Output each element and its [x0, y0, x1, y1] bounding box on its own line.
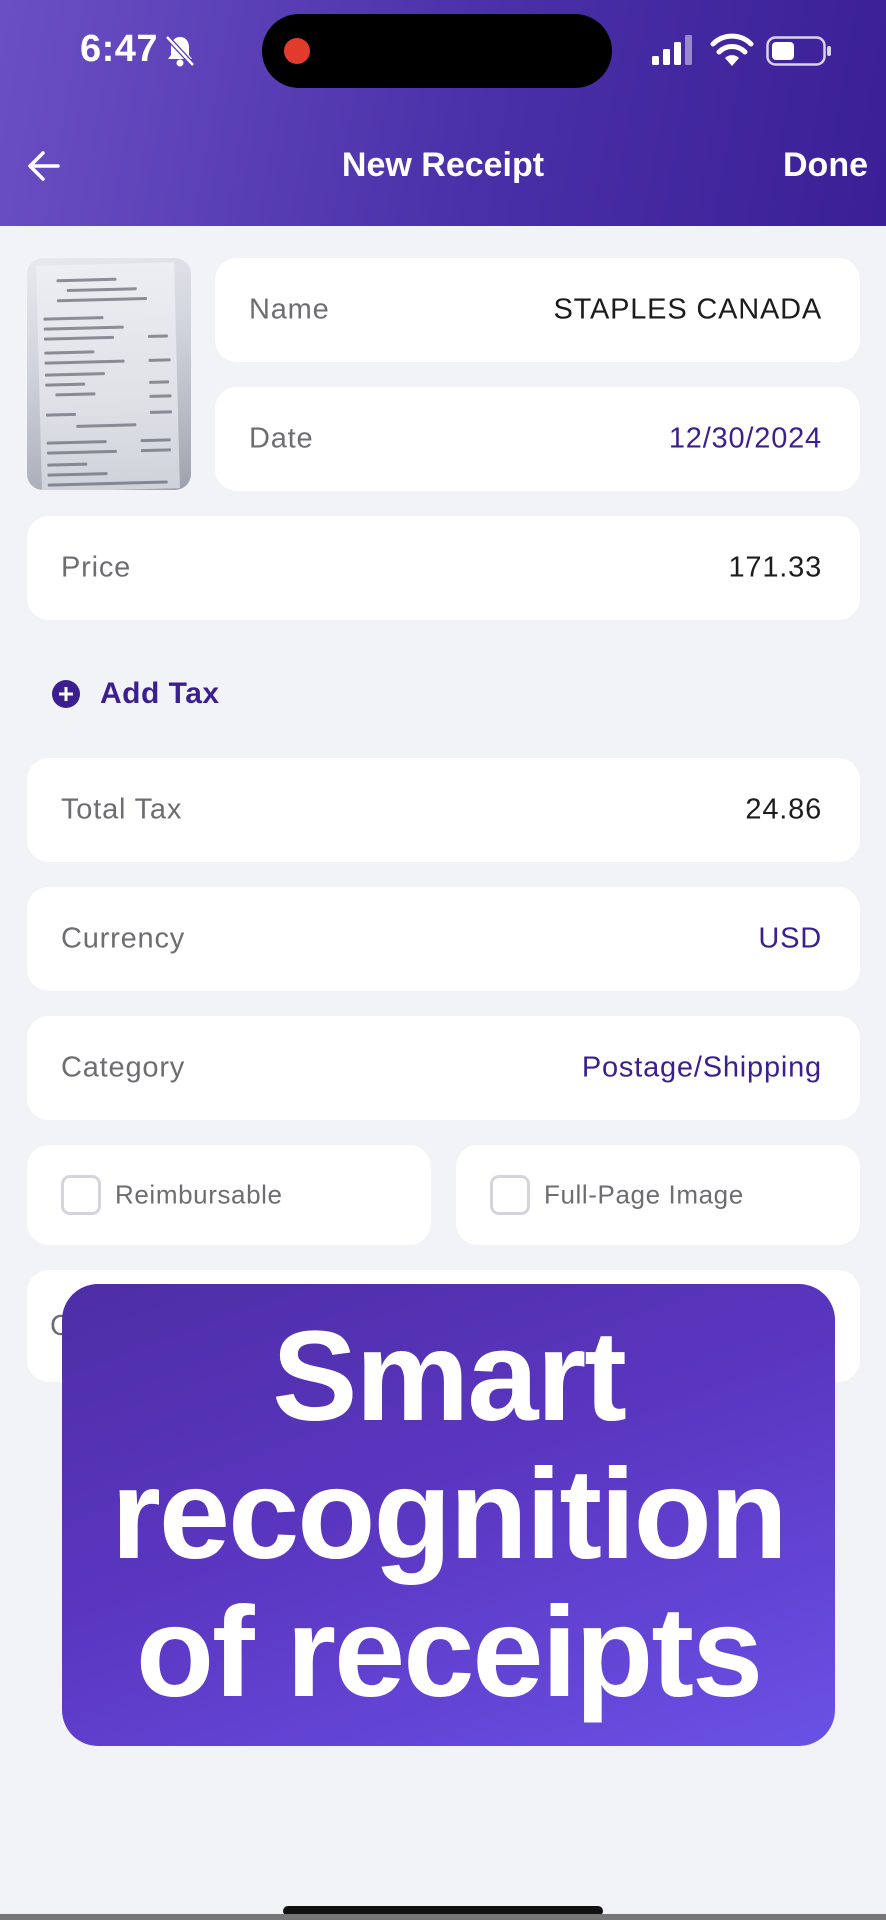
receipt-line — [46, 440, 107, 445]
receipt-line — [47, 472, 108, 477]
receipt-line — [140, 438, 171, 443]
receipt-paper — [36, 262, 180, 490]
receipt-line — [76, 423, 137, 428]
full-page-image-checkbox[interactable] — [490, 1175, 530, 1215]
receipt-line — [149, 410, 172, 414]
recording-indicator-icon — [284, 38, 310, 64]
reimbursable-checkbox[interactable] — [61, 1175, 101, 1215]
currency-value: USD — [758, 922, 822, 955]
bell-slash-icon — [165, 35, 195, 67]
receipt-line — [44, 359, 125, 365]
full-page-image-toggle[interactable]: Full-Page Image — [456, 1145, 860, 1245]
add-tax-button[interactable]: Add Tax — [52, 672, 220, 716]
price-label: Price — [61, 551, 132, 584]
receipt-line — [149, 394, 172, 398]
receipt-line — [66, 287, 137, 293]
receipt-line — [43, 325, 124, 331]
promo-headline: Smart recognition of receipts — [111, 1305, 788, 1724]
bottom-edge — [0, 1914, 886, 1920]
receipt-line — [56, 277, 117, 283]
name-label: Name — [249, 293, 330, 326]
price-value: 171.33 — [728, 551, 822, 584]
battery-icon — [766, 36, 831, 66]
receipt-line — [56, 296, 147, 303]
app-header: 6:47 New Receipt Done — [0, 0, 886, 226]
reimbursable-toggle[interactable]: Reimbursable — [27, 1145, 431, 1245]
receipt-line — [147, 334, 168, 338]
total-tax-label: Total Tax — [61, 793, 183, 826]
status-time: 6:47 — [80, 28, 159, 70]
page-title: New Receipt — [341, 146, 545, 184]
done-button[interactable]: Done — [783, 146, 868, 185]
date-label: Date — [249, 422, 314, 455]
add-tax-label: Add Tax — [100, 677, 220, 710]
total-tax-value: 24.86 — [745, 793, 822, 826]
total-tax-field[interactable]: Total Tax 24.86 — [27, 758, 860, 862]
category-label: Category — [61, 1051, 186, 1084]
receipt-line — [43, 316, 104, 321]
receipt-line — [55, 392, 96, 397]
currency-label: Currency — [61, 922, 186, 955]
receipt-line — [45, 382, 86, 387]
receipt-line — [47, 462, 88, 467]
promo-line: of receipts — [135, 1581, 763, 1724]
receipt-line — [46, 449, 117, 455]
receipt-line — [44, 350, 95, 355]
cellular-signal-icon — [652, 35, 692, 65]
category-value: Postage/Shipping — [581, 1051, 822, 1084]
name-value: STAPLES CANADA — [553, 293, 822, 326]
name-field[interactable]: Name STAPLES CANADA — [215, 258, 860, 362]
receipt-line — [148, 358, 171, 362]
wifi-icon — [710, 33, 754, 66]
plus-circle-icon — [52, 680, 80, 708]
price-field[interactable]: Price 171.33 — [27, 516, 860, 620]
reimbursable-label: Reimbursable — [115, 1179, 283, 1210]
promo-line: recognition — [111, 1443, 788, 1586]
receipt-line — [44, 372, 105, 377]
full-page-image-label: Full-Page Image — [544, 1179, 744, 1210]
receipt-line — [47, 480, 168, 487]
receipt-line — [140, 448, 171, 453]
dynamic-island — [262, 14, 612, 88]
currency-field[interactable]: Currency USD — [27, 887, 860, 991]
receipt-line — [43, 335, 115, 341]
receipt-line — [149, 380, 170, 384]
category-field[interactable]: Category Postage/Shipping — [27, 1016, 860, 1120]
promo-banner: Smart recognition of receipts — [62, 1284, 835, 1746]
promo-line: Smart — [272, 1305, 627, 1448]
date-value: 12/30/2024 — [668, 422, 822, 455]
date-field[interactable]: Date 12/30/2024 — [215, 387, 860, 491]
receipt-thumbnail-image[interactable] — [27, 258, 191, 490]
receipt-line — [45, 412, 77, 417]
